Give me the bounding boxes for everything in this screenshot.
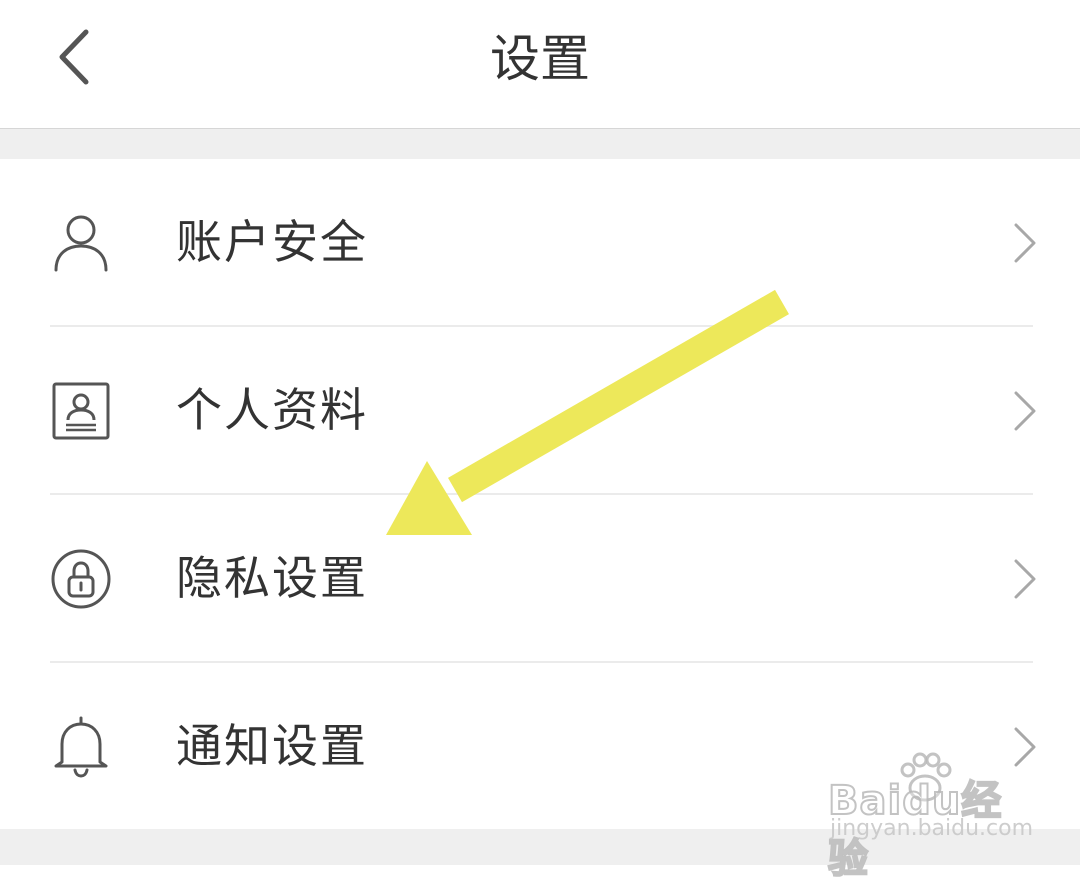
settings-item-privacy[interactable]: 隐私设置 bbox=[0, 495, 1080, 662]
settings-item-profile[interactable]: 个人资料 bbox=[0, 327, 1080, 494]
settings-item-label: 个人资料 bbox=[176, 383, 368, 437]
page-title: 设置 bbox=[490, 30, 590, 88]
navigation-bar: 设置 bbox=[0, 0, 1080, 129]
chevron-right-icon bbox=[1014, 559, 1036, 598]
settings-item-account-security[interactable]: 账户安全 bbox=[0, 159, 1080, 326]
user-icon bbox=[54, 215, 108, 271]
section-gap bbox=[0, 129, 1080, 159]
settings-list: 账户安全 个人资料 隐私设置 通知设置 bbox=[0, 159, 1080, 829]
bell-icon bbox=[54, 716, 108, 778]
settings-item-label: 通知设置 bbox=[176, 719, 368, 773]
settings-item-label: 账户安全 bbox=[176, 215, 368, 269]
lock-icon bbox=[51, 549, 111, 608]
chevron-right-icon bbox=[1014, 727, 1036, 766]
profile-card-icon bbox=[52, 382, 110, 439]
chevron-right-icon bbox=[1014, 391, 1036, 430]
section-gap bbox=[0, 829, 1080, 865]
settings-item-notifications[interactable]: 通知设置 bbox=[0, 663, 1080, 830]
chevron-right-icon bbox=[1014, 223, 1036, 262]
settings-item-label: 隐私设置 bbox=[176, 551, 368, 605]
